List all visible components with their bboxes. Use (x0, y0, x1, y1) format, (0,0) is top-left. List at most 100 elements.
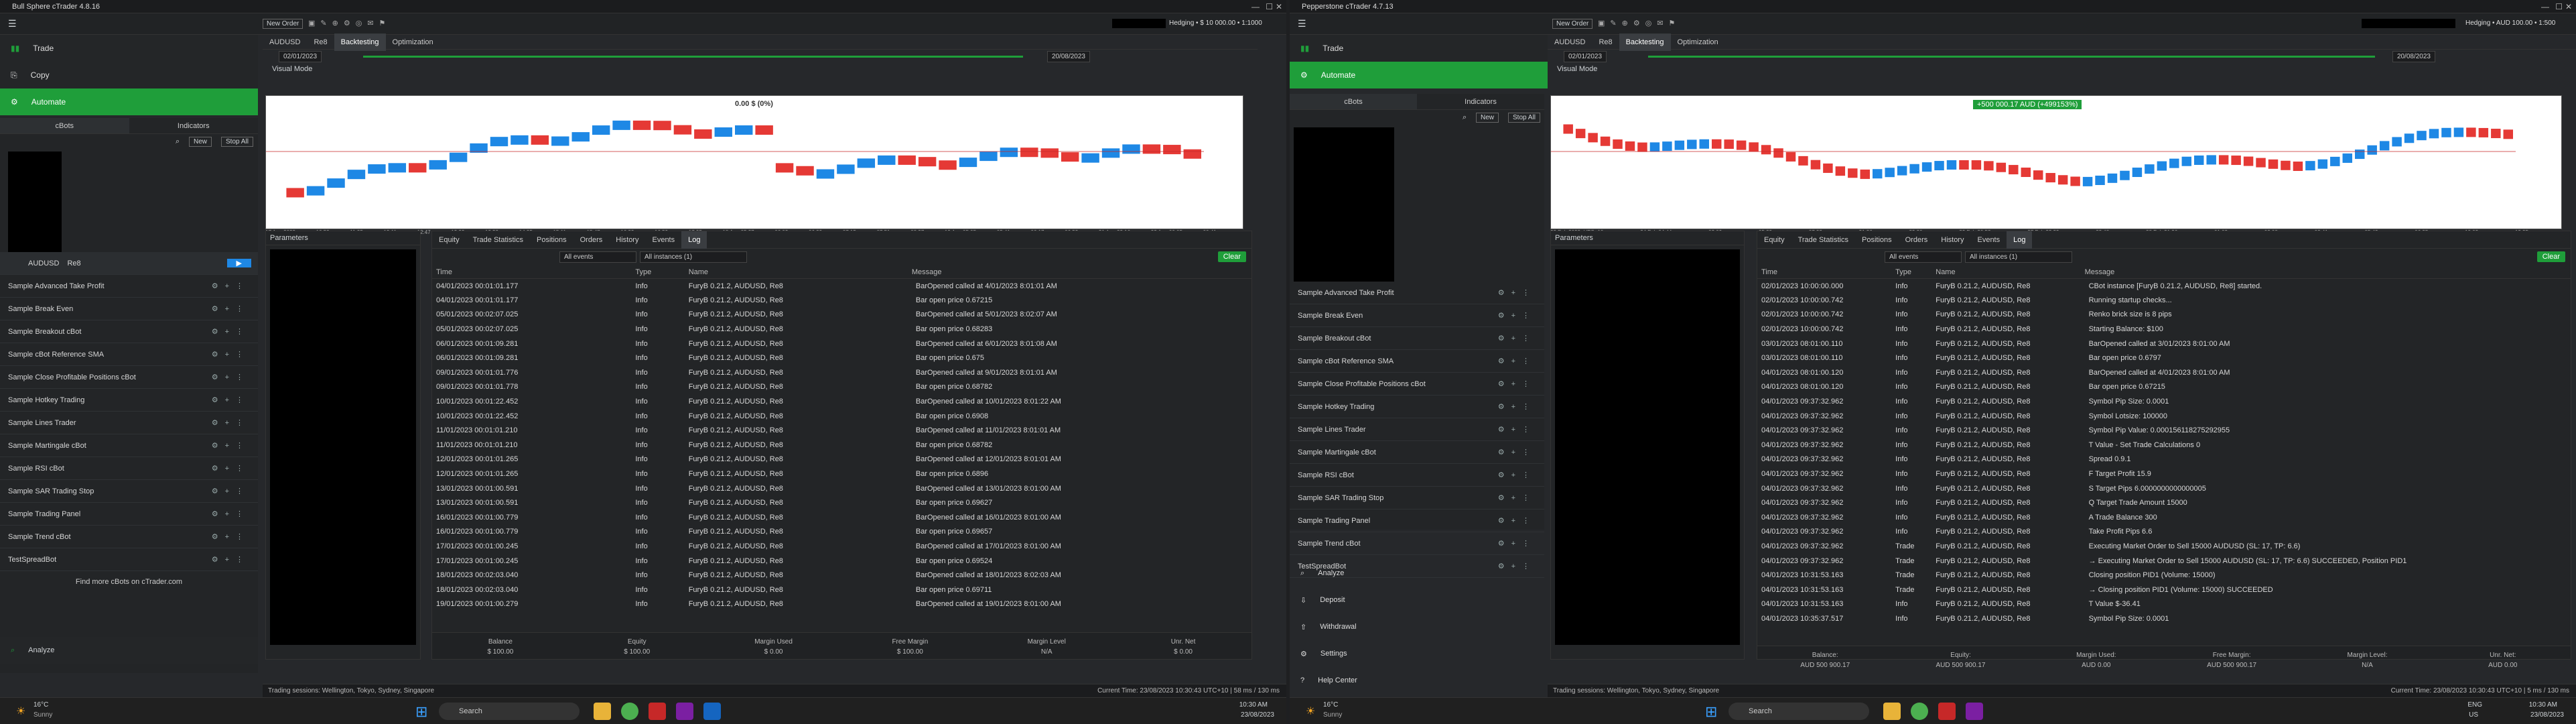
clear-button[interactable]: Clear (2536, 251, 2565, 262)
column-header[interactable]: Name (1931, 266, 2085, 279)
instances-filter[interactable]: All instances (1) (640, 251, 747, 263)
instances-filter[interactable]: All instances (1) (1965, 251, 2072, 263)
log-row[interactable]: 10/01/2023 00:01:22.452 Info FuryB 0.21.2,… (432, 394, 1251, 409)
log-row[interactable]: 17/01/2023 00:01:00.245 Info FuryB 0.21.2,… (432, 539, 1251, 554)
bot-instance-row[interactable]: AUDUSD Re8 ▶ (0, 252, 258, 275)
menu-trade[interactable]: ▮▮ Trade (0, 35, 258, 62)
cbot-row[interactable]: Sample Martingale cBot ⚙+⋮ (1290, 441, 1544, 464)
cbot-actions-icon[interactable]: ⚙+⋮ (212, 373, 250, 381)
tab-log[interactable]: Log (2007, 231, 2033, 249)
tab-symbol[interactable]: AUDUSD (263, 34, 307, 51)
tab-optimization[interactable]: Optimization (1671, 34, 1725, 51)
column-header[interactable]: Type (631, 266, 685, 279)
hamburger-icon[interactable]: ☰ (1298, 18, 1306, 29)
log-row[interactable]: 03/01/2023 08:01:00.110 Info FuryB 0.21.2,… (1757, 337, 2571, 351)
log-row[interactable]: 04/01/2023 00:01:01.177 Info FuryB 0.21.2,… (432, 279, 1251, 294)
cbot-row[interactable]: Sample Trend cBot ⚙+⋮ (0, 526, 258, 548)
tab-indicators[interactable]: Indicators (129, 118, 259, 133)
log-row[interactable]: 18/01/2023 00:02:03.040 Info FuryB 0.21.2,… (432, 568, 1251, 583)
clock-date[interactable]: 23/08/2023 (2530, 711, 2564, 719)
log-row[interactable]: 04/01/2023 09:37:32.962 Info FuryB 0.21.2,… (1757, 423, 2571, 438)
log-row[interactable]: 04/01/2023 09:37:32.962 Info FuryB 0.21.2,… (1757, 409, 2571, 424)
cbot-row[interactable]: Sample Advanced Take Profit ⚙+⋮ (0, 275, 258, 298)
cbot-row[interactable]: Sample Lines Trader ⚙+⋮ (1290, 418, 1544, 441)
side-menu-item[interactable]: ⌕ Analyze (1290, 560, 1544, 587)
events-filter[interactable]: All events (559, 251, 636, 263)
log-row[interactable]: 16/01/2023 00:01:00.779 Info FuryB 0.21.2,… (432, 525, 1251, 540)
cbot-row[interactable]: Sample Martingale cBot ⚙+⋮ (0, 434, 258, 457)
date-from-input[interactable]: 02/01/2023 (1564, 51, 1607, 62)
clock-time[interactable]: 10:30 AM (2529, 701, 2557, 709)
log-row[interactable]: 09/01/2023 00:01:01.778 Info FuryB 0.21.2,… (432, 380, 1251, 395)
ctrader-icon[interactable] (1938, 703, 1956, 720)
log-row[interactable]: 02/01/2023 10:00:00.742 Info FuryB 0.21.2,… (1757, 322, 2571, 337)
side-menu-item[interactable]: ? Help Center (1290, 667, 1544, 694)
cbot-actions-icon[interactable]: ⚙+⋮ (212, 327, 250, 336)
clock-date[interactable]: 23/08/2023 (1241, 711, 1274, 719)
cbot-actions-icon[interactable]: ⚙+⋮ (212, 555, 250, 564)
log-row[interactable]: 04/01/2023 10:35:37.517 Info FuryB 0.21.2,… (1757, 611, 2571, 626)
app-icon[interactable] (676, 703, 694, 720)
cbot-row[interactable]: Sample cBot Reference SMA ⚙+⋮ (1290, 350, 1544, 373)
tab-orders[interactable]: Orders (1899, 231, 1935, 249)
cbot-row[interactable]: Sample Break Even ⚙+⋮ (1290, 304, 1544, 327)
tab-cbots[interactable]: cBots (1290, 94, 1417, 109)
weather-icon[interactable]: ☀ (16, 705, 25, 718)
toolbar-icons[interactable]: ▣✎⊕⚙◎✉⚑ (308, 19, 391, 27)
log-row[interactable]: 04/01/2023 09:37:32.962 Info FuryB 0.21.2,… (1757, 438, 2571, 452)
log-row[interactable]: 16/01/2023 00:01:00.779 Info FuryB 0.21.2,… (432, 510, 1251, 525)
minimize-icon[interactable]: — (1251, 2, 1260, 11)
cbot-row[interactable]: Sample RSI cBot ⚙+⋮ (1290, 464, 1544, 487)
search-icon[interactable]: ⌕ (1463, 113, 1467, 122)
side-menu-item[interactable]: ⚙ Settings (1290, 640, 1544, 667)
log-row[interactable]: 04/01/2023 09:37:32.962 Info FuryB 0.21.2,… (1757, 452, 2571, 467)
log-row[interactable]: 04/01/2023 09:37:32.962 Info FuryB 0.21.2,… (1757, 510, 2571, 525)
date-from-input[interactable]: 02/01/2023 (279, 51, 322, 62)
log-row[interactable]: 10/01/2023 00:01:22.452 Info FuryB 0.21.2,… (432, 409, 1251, 424)
log-row[interactable]: 04/01/2023 09:37:32.962 Info FuryB 0.21.2,… (1757, 394, 2571, 409)
cbot-actions-icon[interactable]: ⚙+⋮ (212, 464, 250, 473)
clock-time[interactable]: 10:30 AM (1239, 701, 1268, 709)
new-cbot-button[interactable]: New (189, 137, 212, 147)
log-row[interactable]: 09/01/2023 00:01:01.776 Info FuryB 0.21.2,… (432, 365, 1251, 380)
tab-tf[interactable]: Re8 (307, 34, 334, 51)
events-filter[interactable]: All events (1885, 251, 1962, 263)
tab-events[interactable]: Events (645, 231, 681, 249)
cbot-row[interactable]: Sample Breakout cBot ⚙+⋮ (1290, 327, 1544, 350)
log-row[interactable]: 04/01/2023 09:37:32.962 Info FuryB 0.21.2,… (1757, 495, 2571, 510)
file-explorer-icon[interactable] (594, 703, 611, 720)
tab-positions[interactable]: Positions (530, 231, 573, 249)
cbot-row[interactable]: Sample Close Profitable Positions cBot ⚙+… (0, 366, 258, 389)
maximize-icon[interactable]: ☐ (1266, 2, 1273, 11)
cbot-actions-icon[interactable]: ⚙+⋮ (1498, 539, 1536, 548)
column-header[interactable]: Time (1757, 266, 1892, 279)
visual-mode-toggle[interactable]: Visual Mode (263, 63, 1258, 75)
cbot-actions-icon[interactable]: ⚙+⋮ (1498, 402, 1536, 411)
log-row[interactable]: 19/01/2023 00:01:00.279 Info FuryB 0.21.2,… (432, 597, 1251, 612)
column-header[interactable]: Name (684, 266, 912, 279)
date-range-slider[interactable] (1648, 56, 2375, 58)
tab-history[interactable]: History (1934, 231, 1970, 249)
cbot-actions-icon[interactable]: ⚙+⋮ (212, 282, 250, 290)
log-row[interactable]: 05/01/2023 00:02:07.025 Info FuryB 0.21.2,… (432, 308, 1251, 322)
log-row[interactable]: 06/01/2023 00:01:09.281 Info FuryB 0.21.2,… (432, 351, 1251, 365)
play-button[interactable]: ▶ (226, 259, 251, 267)
cbot-actions-icon[interactable]: ⚙+⋮ (1498, 334, 1536, 343)
weather-icon[interactable]: ☀ (1306, 705, 1315, 718)
log-row[interactable]: 11/01/2023 00:01:01.210 Info FuryB 0.21.2,… (432, 438, 1251, 452)
tab-orders[interactable]: Orders (573, 231, 610, 249)
column-header[interactable]: Time (432, 266, 632, 279)
log-row[interactable]: 04/01/2023 09:37:32.962 Trade FuryB 0.21.2… (1757, 539, 2571, 554)
tab-events[interactable]: Events (1970, 231, 2007, 249)
cbot-actions-icon[interactable]: ⚙+⋮ (1498, 493, 1536, 502)
column-header[interactable]: Type (1891, 266, 1932, 279)
tab-backtesting[interactable]: Backtesting (1619, 33, 1671, 51)
chrome-icon[interactable] (621, 703, 639, 720)
log-row[interactable]: 04/01/2023 09:37:32.962 Info FuryB 0.21.2,… (1757, 467, 2571, 481)
log-row[interactable]: 02/01/2023 10:00:00.742 Info FuryB 0.21.2,… (1757, 293, 2571, 308)
windows-start-icon[interactable]: ⊞ (1705, 703, 1717, 721)
cbot-row[interactable]: Sample Lines Trader ⚙+⋮ (0, 412, 258, 434)
log-row[interactable]: 13/01/2023 00:01:00.591 Info FuryB 0.21.2,… (432, 481, 1251, 496)
lang-indicator[interactable]: ENG (2467, 701, 2482, 709)
cbot-actions-icon[interactable]: ⚙+⋮ (212, 487, 250, 495)
